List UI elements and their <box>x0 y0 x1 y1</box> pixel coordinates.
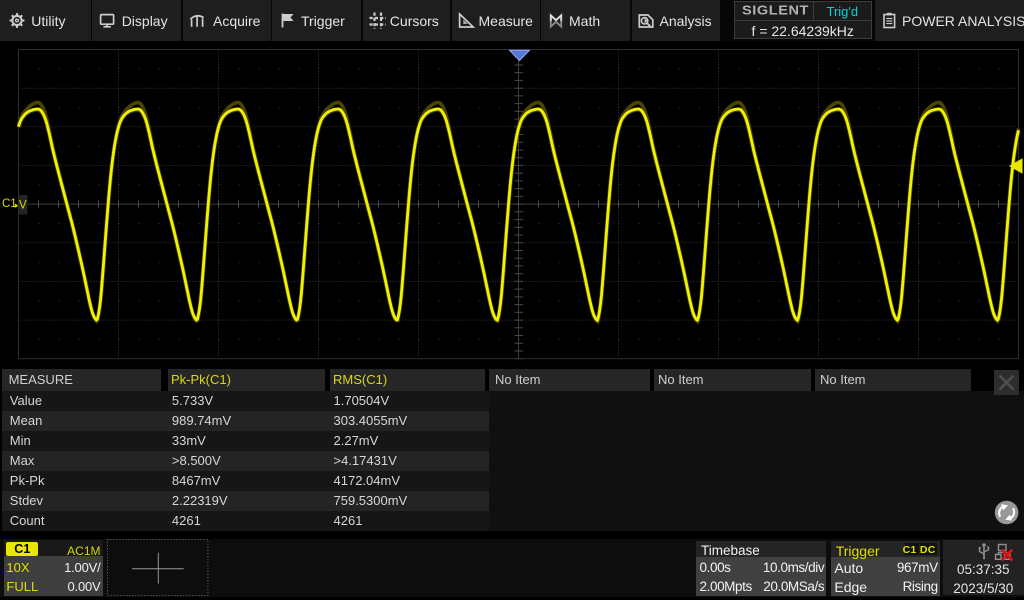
svg-text:V: V <box>19 200 27 212</box>
svg-text:C1: C1 <box>2 198 17 210</box>
